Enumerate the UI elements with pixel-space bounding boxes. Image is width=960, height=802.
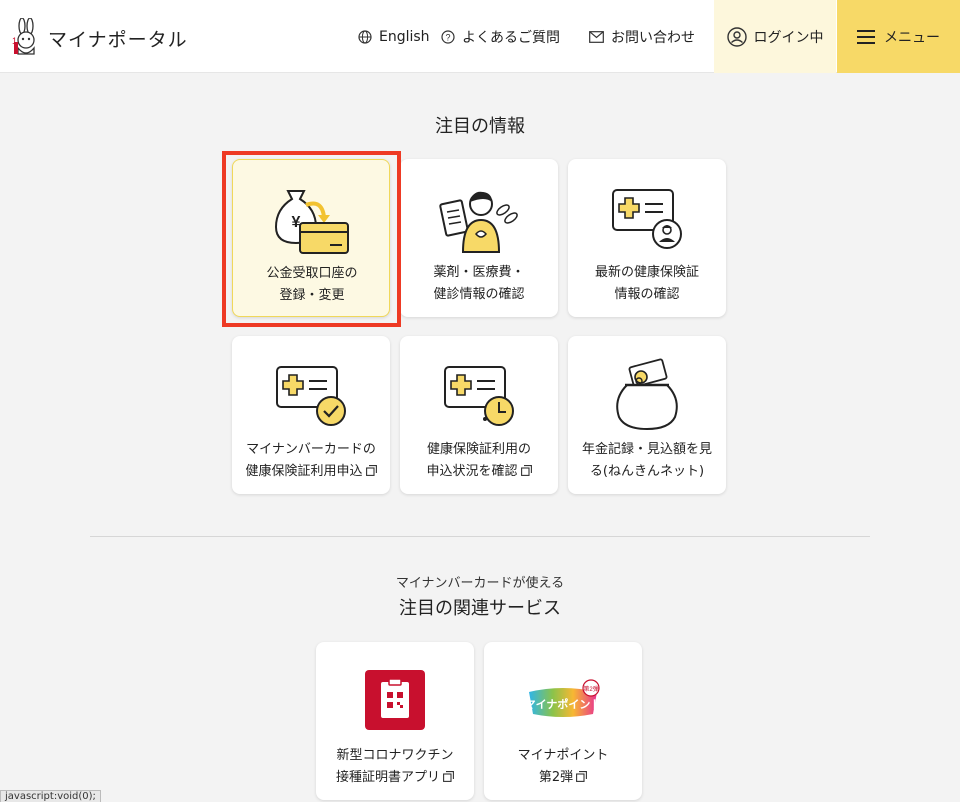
insurance-card-person-icon	[612, 189, 682, 249]
login-label: ログイン中	[753, 29, 824, 46]
card-label: 年金記録・見込額を見 る(ねんきんネット)	[581, 442, 712, 479]
hamburger-icon	[857, 29, 875, 44]
site-logo[interactable]: 1 マイナポータル	[12, 18, 188, 58]
svg-text:第2弾: 第2弾	[583, 685, 598, 693]
doctor-clipboard-icon	[439, 191, 518, 253]
external-link-icon	[576, 771, 588, 782]
contact-label: お問い合わせ	[611, 30, 695, 46]
card-latest-insurance-info[interactable]: 最新の健康保険証 情報の確認	[568, 159, 726, 317]
logo-text: マイナポータル	[48, 28, 188, 51]
related-title: 注目の関連サービス	[399, 598, 561, 619]
card-label: マイナンバーカードの 健康保険証利用申込	[245, 442, 377, 479]
rabbit-mascot-icon: 1	[12, 18, 35, 55]
vaccine-app-icon	[365, 670, 425, 730]
purse-icon	[616, 358, 678, 431]
card-label: 健康保険証利用の 申込状況を確認	[426, 442, 532, 479]
card-label: 薬剤・医療費・ 健診情報の確認	[433, 265, 525, 302]
globe-icon	[358, 30, 372, 44]
featured-title: 注目の情報	[435, 116, 525, 137]
card-mynapoint[interactable]: マイナポイント 第2弾 マイナポイント 第2弾	[484, 642, 642, 800]
browser-status-bar: javascript:void(0);	[0, 790, 101, 802]
related-subtitle: マイナンバーカードが使える	[395, 576, 565, 591]
menu-button[interactable]: メニュー	[837, 0, 960, 73]
menu-label: メニュー	[884, 29, 940, 46]
contact-link[interactable]: お問い合わせ	[589, 27, 695, 47]
external-link-icon	[365, 465, 377, 476]
card-label: マイナポイント 第2弾	[517, 748, 609, 785]
login-status-button[interactable]: ログイン中	[714, 0, 836, 73]
mynapoint-logo-icon: マイナポイント 第2弾	[525, 679, 602, 717]
external-link-icon	[443, 771, 454, 782]
svg-text:マイナポイント: マイナポイント	[525, 697, 602, 711]
insurance-card-check-icon	[276, 366, 346, 426]
svg-text:?: ?	[445, 33, 450, 43]
card-label: 最新の健康保険証 情報の確認	[594, 265, 699, 302]
highlight-frame	[222, 151, 401, 327]
external-link-icon	[520, 465, 532, 476]
card-pension-record[interactable]: 年金記録・見込額を見 る(ねんきんネット)	[568, 336, 726, 494]
svg-text:1: 1	[12, 36, 17, 46]
mail-icon	[589, 31, 604, 43]
card-vaccine-certificate-app[interactable]: 新型コロナワクチン 接種証明書アプリ	[316, 642, 474, 800]
insurance-card-clock-icon	[444, 366, 514, 426]
faq-label: よくあるご質問	[462, 30, 560, 46]
english-label: English	[379, 29, 430, 45]
user-circle-icon	[726, 26, 747, 47]
card-medical-info[interactable]: 薬剤・医療費・ 健診情報の確認	[400, 159, 558, 317]
faq-link[interactable]: ? よくあるご質問	[441, 27, 560, 47]
english-link[interactable]: English	[358, 27, 430, 47]
card-insurance-apply[interactable]: マイナンバーカードの 健康保険証利用申込	[232, 336, 390, 494]
card-insurance-status[interactable]: 健康保険証利用の 申込状況を確認	[400, 336, 558, 494]
header: 1 マイナポータル English ? よくあるご質問 お問い合わせ ログイン中…	[0, 0, 960, 73]
section-divider	[90, 536, 870, 537]
question-circle-icon: ?	[441, 30, 455, 44]
card-label: 新型コロナワクチン 接種証明書アプリ	[335, 748, 454, 785]
